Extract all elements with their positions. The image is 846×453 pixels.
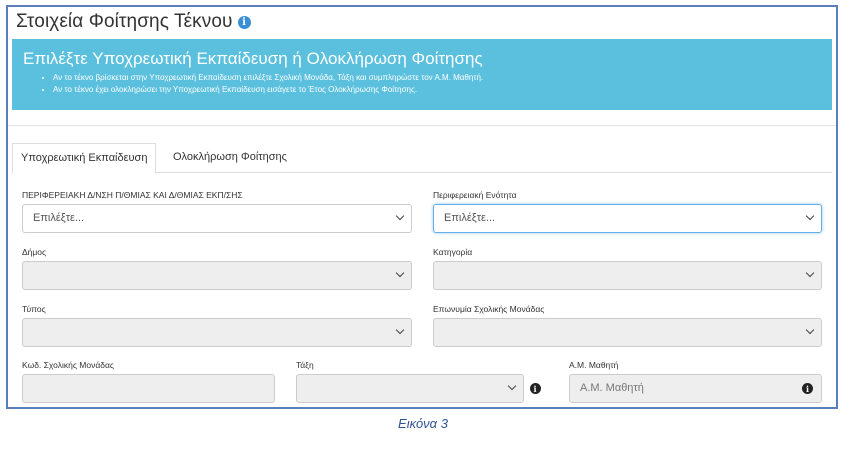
figure-caption: Εικόνα 3 xyxy=(398,416,448,431)
alert-bullets: Αν το τέκνο βρίσκεται στην Υποχρεωτική Ε… xyxy=(53,72,821,96)
enotita-value: Επιλέξτε... xyxy=(444,212,496,224)
perifereiaki-value: Επιλέξτε... xyxy=(33,212,85,224)
taxi-label: Τάξη xyxy=(296,360,314,370)
taxi-info-addon[interactable]: i xyxy=(521,374,549,403)
tab-bar: Υποχρεωτική Εκπαίδευση Ολοκλήρωση Φοίτησ… xyxy=(12,143,832,174)
eponymia-label: Επωνυμία Σχολικής Μονάδας xyxy=(433,304,545,314)
chevron-down-icon xyxy=(395,213,405,223)
kodikos-input[interactable] xyxy=(22,374,275,403)
alert-heading: Επιλέξτε Υποχρεωτική Εκπαίδευση ή Ολοκλή… xyxy=(23,49,483,68)
perifereiaki-label: ΠΕΡΙΦΕΡΕΙΑΚΗ Δ/ΝΣΗ Π/ΘΜΙΑΣ ΚΑΙ Δ/ΘΜΙΑΣ Ε… xyxy=(22,190,243,200)
chevron-down-icon xyxy=(805,270,815,280)
dimos-select[interactable] xyxy=(22,261,412,290)
chevron-down-icon xyxy=(395,270,405,280)
tab-attendance-completion[interactable]: Ολοκλήρωση Φοίτησης xyxy=(165,143,295,173)
info-icon: i xyxy=(802,383,813,394)
title-row: Στοιχεία Φοίτησης Τέκνου i xyxy=(16,11,251,33)
enotita-label: Περιφερειακή Ενότητα xyxy=(433,190,517,200)
divider xyxy=(8,125,836,126)
info-alert: Επιλέξτε Υποχρεωτική Εκπαίδευση ή Ολοκλή… xyxy=(12,39,832,110)
katigoria-select[interactable] xyxy=(433,261,822,290)
info-icon: i xyxy=(529,383,541,394)
chevron-down-icon xyxy=(395,327,405,337)
alert-bullet: Αν το τέκνο έχει ολοκληρώσει την Υποχρεω… xyxy=(53,84,821,96)
chevron-down-icon xyxy=(805,327,815,337)
dimos-label: Δήμος xyxy=(22,247,47,257)
chevron-down-icon xyxy=(507,383,517,393)
perifereiaki-select[interactable]: Επιλέξτε... xyxy=(22,204,412,233)
katigoria-label: Κατηγορία xyxy=(433,247,473,257)
typos-label: Τύπος xyxy=(22,304,46,314)
enotita-select[interactable]: Επιλέξτε... xyxy=(433,204,822,233)
alert-bullet: Αν το τέκνο βρίσκεται στην Υποχρεωτική Ε… xyxy=(53,72,821,84)
typos-select[interactable] xyxy=(22,318,412,347)
am-label: Α.Μ. Μαθητή xyxy=(569,360,619,370)
page-title: Στοιχεία Φοίτησης Τέκνου xyxy=(16,11,233,32)
tab-compulsory-education[interactable]: Υποχρεωτική Εκπαίδευση xyxy=(12,143,157,174)
info-icon[interactable]: i xyxy=(237,15,251,29)
chevron-down-icon xyxy=(805,213,815,223)
am-input[interactable]: Α.Μ. Μαθητή xyxy=(569,374,796,403)
taxi-select[interactable] xyxy=(296,374,524,403)
student-attendance-panel: Στοιχεία Φοίτησης Τέκνου i Επιλέξτε Υποχ… xyxy=(6,5,838,409)
kodikos-label: Κωδ. Σχολικής Μονάδας xyxy=(22,360,114,370)
eponymia-select[interactable] xyxy=(433,318,822,347)
am-info-addon[interactable]: i xyxy=(794,374,822,403)
